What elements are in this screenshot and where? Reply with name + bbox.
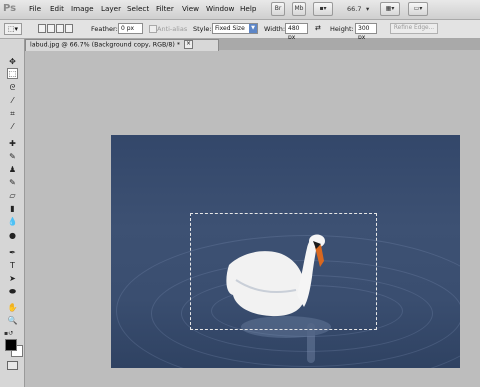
- menu-help[interactable]: Help: [240, 4, 256, 14]
- eyedropper-tool-icon[interactable]: ⁄: [7, 121, 18, 132]
- refine-edge-button[interactable]: Refine Edge...: [390, 23, 438, 34]
- swap-width-height-icon[interactable]: ⇄: [315, 24, 321, 32]
- bridge-button[interactable]: Br: [271, 2, 285, 16]
- feather-input[interactable]: 0 px: [118, 23, 143, 34]
- selection-marquee[interactable]: [190, 213, 377, 330]
- menu-select[interactable]: Select: [127, 4, 149, 14]
- zoom-tool-icon[interactable]: 🔍: [7, 315, 18, 326]
- menu-window[interactable]: Window: [206, 4, 234, 14]
- spot-healing-brush-tool-icon[interactable]: ✚: [7, 138, 18, 149]
- new-selection-icon[interactable]: [38, 24, 46, 33]
- pen-tool-icon[interactable]: ✒: [7, 247, 18, 258]
- style-label: Style:: [193, 25, 212, 33]
- hand-tool-icon[interactable]: ✋: [7, 302, 18, 313]
- type-tool-icon[interactable]: T: [7, 260, 18, 271]
- document-canvas[interactable]: [111, 135, 460, 368]
- feather-label: Feather:: [91, 25, 118, 33]
- tool-preset-picker[interactable]: ⬚▾: [4, 23, 22, 35]
- menu-file[interactable]: File: [29, 4, 41, 14]
- brush-tool-icon[interactable]: ✎: [7, 151, 18, 162]
- menu-image[interactable]: Image: [71, 4, 94, 14]
- intersect-selection-icon[interactable]: [65, 24, 73, 33]
- foreground-color-swatch[interactable]: [5, 339, 17, 351]
- menu-bar: Ps File Edit Image Layer Select Filter V…: [0, 0, 480, 20]
- view-extras-button[interactable]: ▪▾: [313, 2, 333, 16]
- move-tool-icon[interactable]: ✥: [7, 56, 18, 67]
- path-selection-tool-icon[interactable]: ➤: [7, 273, 18, 284]
- zoom-dropdown-icon[interactable]: ▾: [366, 5, 369, 13]
- menu-filter[interactable]: Filter: [156, 4, 174, 14]
- rectangular-marquee-tool-icon[interactable]: ⬚: [7, 68, 18, 79]
- default-colors-icon[interactable]: ▪↺: [4, 330, 13, 337]
- zoom-level[interactable]: 66.7: [347, 5, 361, 13]
- quick-mask-icon[interactable]: [7, 361, 18, 370]
- anti-alias-checkbox[interactable]: [149, 25, 157, 33]
- menu-layer[interactable]: Layer: [101, 4, 121, 14]
- dodge-tool-icon[interactable]: ●: [7, 230, 18, 241]
- menu-edit[interactable]: Edit: [50, 4, 64, 14]
- document-tab[interactable]: labud.jpg @ 66.7% (Background copy, RGB/…: [25, 39, 219, 51]
- gradient-tool-icon[interactable]: ▮: [7, 203, 18, 214]
- options-bar: ⬚▾ Feather: 0 px Anti-alias Style: Fixed…: [0, 20, 480, 41]
- photoshop-logo: Ps: [3, 3, 17, 14]
- anti-alias-label: Anti-alias: [157, 25, 188, 33]
- quick-selection-tool-icon[interactable]: ⁄: [7, 95, 18, 106]
- width-label: Width:: [264, 25, 286, 33]
- style-select-value: Fixed Size: [215, 25, 245, 32]
- lasso-tool-icon[interactable]: ᘓ: [7, 82, 18, 93]
- clone-stamp-tool-icon[interactable]: ♟: [7, 164, 18, 175]
- close-icon[interactable]: ×: [184, 40, 194, 49]
- blur-tool-icon[interactable]: 💧: [7, 216, 18, 227]
- style-select[interactable]: Fixed Size ▼: [212, 23, 258, 34]
- eraser-tool-icon[interactable]: ▱: [7, 190, 18, 201]
- chevron-down-icon: ▼: [249, 24, 257, 33]
- menu-view[interactable]: View: [182, 4, 199, 14]
- mini-bridge-button[interactable]: Mb: [292, 2, 306, 16]
- height-input[interactable]: 300 px: [355, 23, 377, 41]
- add-to-selection-icon[interactable]: [47, 24, 55, 33]
- crop-tool-icon[interactable]: ⌗: [7, 108, 18, 119]
- height-label: Height:: [330, 25, 354, 33]
- document-tab-title: labud.jpg @ 66.7% (Background copy, RGB/…: [30, 41, 181, 49]
- history-brush-tool-icon[interactable]: ✎: [7, 177, 18, 188]
- screen-mode-button[interactable]: ▭▾: [408, 2, 428, 16]
- subtract-from-selection-icon[interactable]: [56, 24, 64, 33]
- shape-tool-icon[interactable]: ⬬: [7, 286, 18, 297]
- arrange-documents-button[interactable]: ▦▾: [380, 2, 400, 16]
- width-input[interactable]: 480 px: [285, 23, 308, 41]
